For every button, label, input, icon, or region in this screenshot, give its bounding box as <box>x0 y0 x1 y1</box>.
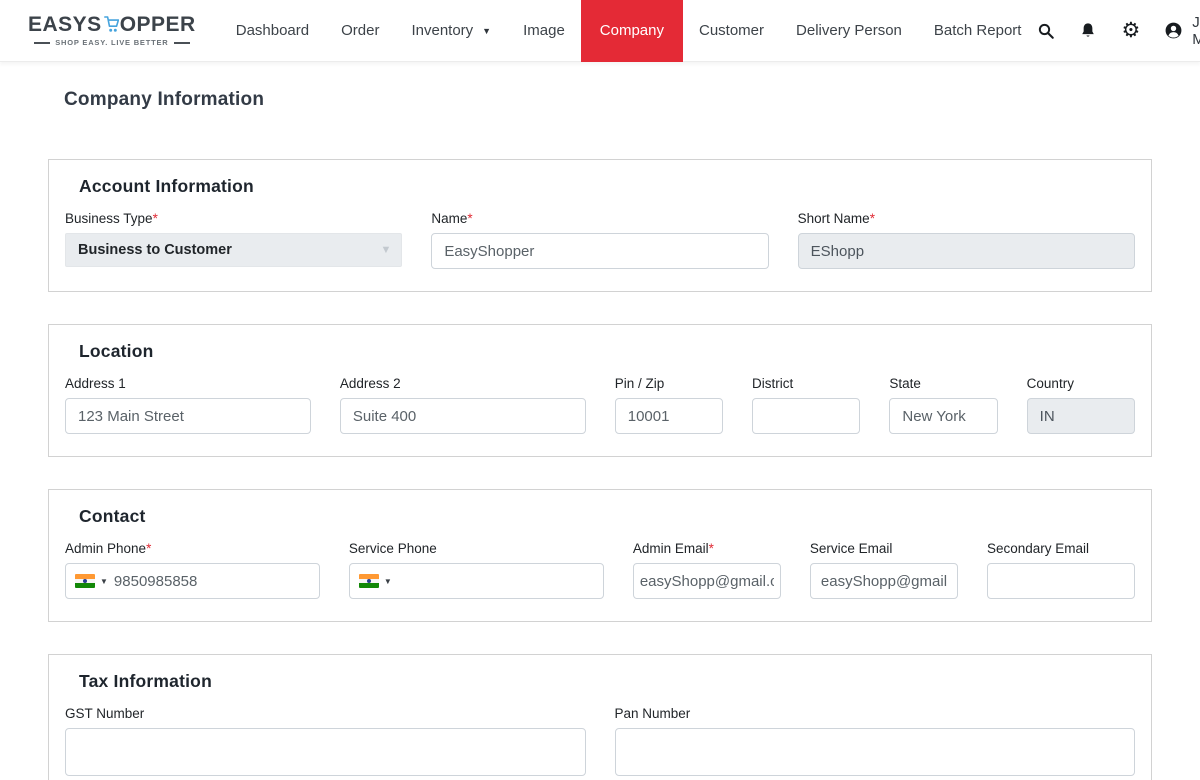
service-email-field: Service Email <box>809 541 958 599</box>
tagline-rule-right <box>173 41 190 44</box>
district-input[interactable] <box>752 398 861 434</box>
gst-number-field: GST Number <box>65 706 586 776</box>
admin-email-label: Admin Email* <box>632 541 714 556</box>
pin-zip-field: Pin / Zip <box>614 376 724 434</box>
bell-icon[interactable] <box>1079 21 1097 41</box>
pin-zip-input[interactable] <box>614 398 724 434</box>
nav-item-delivery-person[interactable]: Delivery Person <box>780 0 918 62</box>
country-input <box>1026 398 1135 434</box>
name-field: Name* <box>431 211 769 269</box>
admin-phone-field: Admin Phone* ▼ <box>65 541 320 599</box>
tax-section-title: Tax Information <box>79 671 212 691</box>
page-title: Company Information <box>64 89 265 110</box>
tagline-text: SHOP EASY. LIVE BETTER <box>55 38 169 47</box>
pan-number-label: Pan Number <box>614 706 691 721</box>
brand-name-right: OPPER <box>119 13 196 36</box>
address2-input[interactable] <box>339 398 586 434</box>
india-flag-icon <box>358 574 379 588</box>
nav-item-dashboard[interactable]: Dashboard <box>220 0 325 62</box>
main-nav: Dashboard Order Inventory ▼ Image Compan… <box>220 0 1038 62</box>
pan-number-field: Pan Number <box>614 706 1135 776</box>
gear-icon[interactable]: ⚙ <box>1121 20 1140 41</box>
secondary-email-field: Secondary Email <box>986 541 1135 599</box>
nav-item-order[interactable]: Order <box>325 0 395 62</box>
tagline-rule-left <box>34 41 51 44</box>
state-label: State <box>889 376 921 391</box>
service-phone-box: ▼ <box>348 563 604 599</box>
district-field: District <box>752 376 861 434</box>
caret-down-icon: ▼ <box>100 576 108 586</box>
name-input[interactable] <box>431 233 769 269</box>
service-phone-label: Service Phone <box>348 541 437 556</box>
business-type-label: Business Type* <box>65 211 158 226</box>
india-flag-icon <box>75 574 95 588</box>
secondary-email-label: Secondary Email <box>986 541 1089 556</box>
account-information-card: Account Information Business Type* Busin… <box>48 159 1152 292</box>
address1-field: Address 1 <box>65 376 311 434</box>
nav-item-customer[interactable]: Customer <box>683 0 780 62</box>
cart-icon <box>103 14 119 36</box>
search-icon[interactable] <box>1037 21 1055 41</box>
business-type-value: Business to Customer <box>78 242 232 258</box>
pan-number-input[interactable] <box>614 728 1135 776</box>
name-label: Name* <box>431 211 473 226</box>
phone-country-selector[interactable]: ▼ <box>358 574 392 588</box>
contact-card: Contact Admin Phone* ▼ Service Phone <box>48 489 1152 622</box>
address1-label: Address 1 <box>65 376 126 391</box>
service-email-label: Service Email <box>809 541 893 556</box>
pin-zip-label: Pin / Zip <box>614 376 665 391</box>
nav-item-company[interactable]: Company <box>580 0 683 62</box>
short-name-label: Short Name* <box>797 211 875 226</box>
business-type-select[interactable]: Business to Customer ▼ <box>65 233 403 267</box>
nav-item-inventory-label: Inventory <box>411 22 474 39</box>
service-phone-input[interactable] <box>391 564 603 598</box>
brand-tagline: SHOP EASY. LIVE BETTER <box>34 38 190 47</box>
contact-section-title: Contact <box>79 506 146 526</box>
secondary-email-input[interactable] <box>986 563 1135 599</box>
address2-label: Address 2 <box>339 376 401 391</box>
gst-number-input[interactable] <box>65 728 586 776</box>
admin-email-input[interactable] <box>632 563 781 599</box>
account-section-title: Account Information <box>79 176 254 196</box>
tax-information-card: Tax Information GST Number Pan Number <box>48 654 1152 780</box>
address2-field: Address 2 <box>339 376 586 434</box>
district-label: District <box>752 376 794 391</box>
country-field: Country <box>1026 376 1135 434</box>
admin-phone-input[interactable] <box>107 564 319 598</box>
brand-logo[interactable]: EASYS OPPER SHOP EASY. LIVE BETTER <box>28 13 196 48</box>
brand-name-left: EASYS <box>28 13 102 36</box>
short-name-input <box>797 233 1135 269</box>
nav-item-image[interactable]: Image <box>507 0 581 62</box>
service-phone-field: Service Phone ▼ <box>348 541 604 599</box>
phone-country-selector[interactable]: ▼ <box>75 574 108 588</box>
location-card: Location Address 1 Address 2 Pin / Zip D… <box>48 324 1152 457</box>
service-email-input[interactable] <box>809 563 958 599</box>
state-input[interactable] <box>889 398 998 434</box>
state-field: State <box>889 376 998 434</box>
business-type-field: Business Type* Business to Customer ▼ <box>65 211 403 269</box>
nav-item-batch-report[interactable]: Batch Report <box>918 0 1038 62</box>
chevron-down-icon: ▼ <box>482 25 492 36</box>
short-name-field: Short Name* <box>797 211 1135 269</box>
admin-phone-box: ▼ <box>65 563 320 599</box>
admin-phone-label: Admin Phone* <box>65 541 152 556</box>
user-menu[interactable]: John Miller <box>1164 14 1200 48</box>
admin-email-field: Admin Email* <box>632 541 781 599</box>
location-section-title: Location <box>79 341 154 361</box>
user-name: John Miller <box>1192 13 1200 48</box>
navbar-actions: ⚙ John Miller ▼ <box>1037 14 1200 48</box>
user-icon <box>1164 21 1183 41</box>
address1-input[interactable] <box>65 398 311 434</box>
nav-item-inventory[interactable]: Inventory ▼ <box>395 0 507 62</box>
gst-number-label: GST Number <box>65 706 145 721</box>
top-navbar: EASYS OPPER SHOP EASY. LIVE BETTER Dashb… <box>0 0 1200 62</box>
country-label: Country <box>1026 376 1074 391</box>
caret-down-icon: ▼ <box>383 576 392 586</box>
chevron-down-icon: ▼ <box>380 244 392 256</box>
